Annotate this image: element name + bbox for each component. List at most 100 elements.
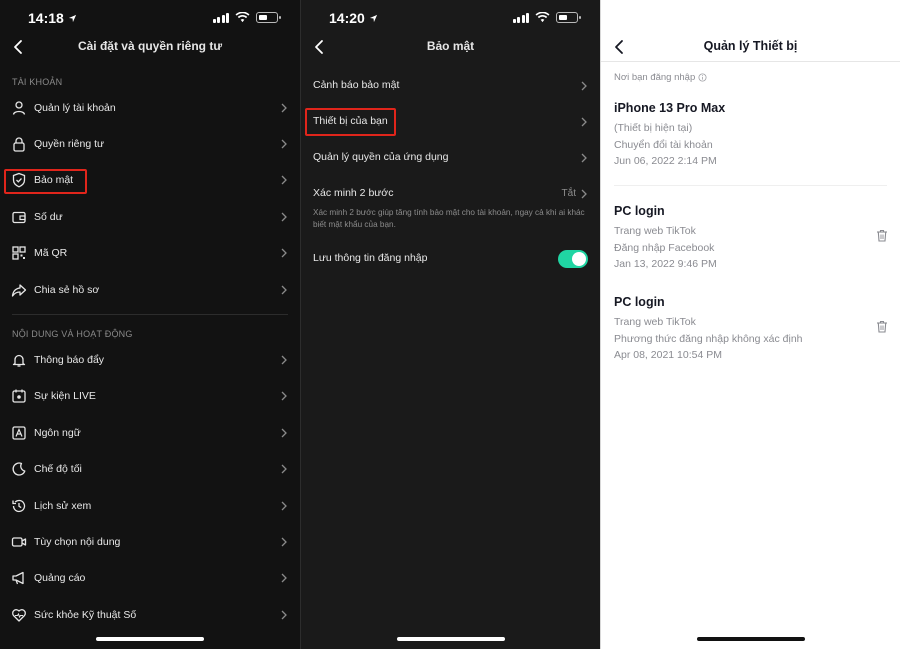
settings-item-watch-history[interactable]: Lịch sử xem bbox=[0, 488, 300, 524]
settings-item-label: Quản lý tài khoản bbox=[34, 102, 116, 114]
chevron-right-icon bbox=[581, 117, 587, 127]
device-detail: Đăng nhập Facebook bbox=[614, 241, 715, 254]
device-detail: (Thiết bị hiện tại) bbox=[614, 122, 693, 134]
security-item-label: Quản lý quyền của ứng dụng bbox=[313, 151, 449, 163]
settings-item-share-profile[interactable]: Chia sẻ hồ sơ bbox=[0, 272, 300, 308]
home-indicator bbox=[396, 637, 505, 641]
chevron-right-icon bbox=[281, 285, 287, 295]
settings-item-ads[interactable]: Quảng cáo bbox=[0, 560, 300, 596]
share-icon bbox=[11, 284, 27, 297]
highlight-box-security bbox=[4, 169, 87, 194]
save-login-toggle[interactable] bbox=[558, 250, 588, 268]
settings-item-push-notifications[interactable]: Thông báo đẩy bbox=[0, 342, 300, 378]
settings-item-label: Quảng cáo bbox=[34, 572, 86, 584]
settings-item-label: Tùy chọn nội dung bbox=[34, 536, 121, 548]
toggle-knob bbox=[572, 252, 586, 266]
battery-icon bbox=[556, 12, 581, 23]
settings-item-label: Quyền riêng tư bbox=[34, 138, 105, 150]
status-bar: 14:20 bbox=[301, 8, 600, 28]
settings-item-label: Chế độ tối bbox=[34, 463, 82, 475]
security-item-app-permissions[interactable]: Quản lý quyền của ứng dụng bbox=[301, 140, 600, 176]
chevron-right-icon bbox=[281, 103, 287, 113]
device-management-screen: Quản lý Thiết bị Nơi bạn đăng nhập iPhon… bbox=[600, 0, 900, 649]
page-title: Cài đặt và quyền riêng tư bbox=[77, 39, 223, 53]
trash-icon[interactable] bbox=[876, 229, 888, 242]
chevron-right-icon bbox=[281, 464, 287, 474]
two-step-status: Tắt bbox=[561, 188, 576, 199]
settings-privacy-screen: 14:18 Cài đặt và quyền riêng tư TÀI KHOẢ… bbox=[0, 0, 300, 649]
device-detail: Phương thức đăng nhập không xác định bbox=[614, 332, 803, 345]
header-divider bbox=[601, 61, 900, 62]
security-item-save-login: Lưu thông tin đăng nhập bbox=[301, 241, 600, 277]
chevron-right-icon bbox=[581, 189, 587, 199]
info-icon[interactable] bbox=[698, 73, 707, 82]
highlight-box-your-devices bbox=[305, 108, 396, 136]
signal-icon bbox=[212, 12, 229, 23]
section-heading: Nơi bạn đăng nhập bbox=[614, 72, 696, 83]
device-item[interactable]: PC login Trang web TikTok Phương thức đă… bbox=[614, 295, 886, 364]
section-divider bbox=[12, 314, 288, 315]
chevron-right-icon bbox=[281, 610, 287, 620]
settings-item-label: Sự kiện LIVE bbox=[34, 390, 96, 402]
heart-icon bbox=[12, 609, 26, 622]
security-item-label: Xác minh 2 bước bbox=[313, 187, 394, 199]
wallet-icon bbox=[12, 211, 26, 224]
chevron-right-icon bbox=[281, 212, 287, 222]
megaphone-icon bbox=[12, 571, 24, 585]
security-item-label: Cảnh báo bảo mật bbox=[313, 79, 400, 91]
page-title: Quản lý Thiết bị bbox=[703, 39, 798, 53]
qr-code-icon bbox=[12, 246, 26, 260]
home-indicator bbox=[696, 637, 805, 641]
device-item[interactable]: iPhone 13 Pro Max (Thiết bị hiện tại) Ch… bbox=[614, 101, 886, 170]
settings-item-label: Mã QR bbox=[34, 247, 68, 259]
settings-item-manage-account[interactable]: Quản lý tài khoản bbox=[0, 90, 300, 126]
chevron-right-icon bbox=[281, 428, 287, 438]
video-icon bbox=[11, 537, 27, 547]
moon-icon bbox=[12, 462, 26, 476]
settings-item-content-preferences[interactable]: Tùy chọn nội dung bbox=[0, 524, 300, 560]
settings-item-qr-code[interactable]: Mã QR bbox=[0, 235, 300, 271]
section-content-label: NỘI DUNG VÀ HOẠT ĐỘNG bbox=[12, 329, 133, 339]
security-item-label: Lưu thông tin đăng nhập bbox=[313, 252, 428, 264]
bell-icon bbox=[12, 354, 26, 367]
device-item[interactable]: PC login Trang web TikTok Đăng nhập Face… bbox=[614, 204, 886, 273]
location-arrow-icon bbox=[369, 14, 377, 22]
home-indicator bbox=[96, 637, 204, 641]
chevron-right-icon bbox=[281, 537, 287, 547]
device-detail: Trang web TikTok bbox=[614, 225, 696, 237]
device-divider bbox=[614, 185, 887, 186]
chevron-right-icon bbox=[281, 139, 287, 149]
location-arrow-icon bbox=[68, 14, 76, 22]
calendar-icon bbox=[12, 389, 26, 403]
security-item-alerts[interactable]: Cảnh báo bảo mật bbox=[301, 68, 600, 104]
device-detail: Trang web TikTok bbox=[614, 316, 696, 328]
settings-item-privacy[interactable]: Quyền riêng tư bbox=[0, 126, 300, 162]
chevron-right-icon bbox=[281, 248, 287, 258]
language-icon bbox=[12, 426, 26, 440]
chevron-right-icon bbox=[581, 81, 587, 91]
chevron-right-icon bbox=[281, 573, 287, 583]
settings-item-dark-mode[interactable]: Chế độ tối bbox=[0, 451, 300, 487]
chevron-right-icon bbox=[581, 153, 587, 163]
wifi-icon bbox=[235, 12, 250, 23]
settings-item-label: Ngôn ngữ bbox=[34, 427, 81, 439]
settings-item-live-events[interactable]: Sự kiện LIVE bbox=[0, 378, 300, 414]
battery-icon bbox=[256, 12, 281, 23]
two-step-description: Xác minh 2 bước giúp tăng tính bảo mật c… bbox=[313, 208, 585, 229]
signal-icon bbox=[512, 12, 529, 23]
wifi-icon bbox=[535, 12, 550, 23]
settings-item-label: Chia sẻ hồ sơ bbox=[34, 284, 100, 296]
device-timestamp: Jan 13, 2022 9:46 PM bbox=[614, 258, 717, 270]
settings-item-label: Lịch sử xem bbox=[34, 500, 92, 512]
settings-item-label: Sức khỏe Kỹ thuật Số bbox=[34, 609, 137, 621]
status-bar: 14:18 bbox=[0, 8, 300, 28]
trash-icon[interactable] bbox=[876, 320, 888, 333]
person-icon bbox=[12, 101, 26, 115]
settings-item-digital-wellbeing[interactable]: Sức khỏe Kỹ thuật Số bbox=[0, 597, 300, 633]
device-name: PC login bbox=[614, 204, 665, 218]
section-account-label: TÀI KHOẢN bbox=[12, 77, 63, 87]
chevron-right-icon bbox=[281, 501, 287, 511]
settings-item-language[interactable]: Ngôn ngữ bbox=[0, 415, 300, 451]
settings-item-label: Số dư bbox=[34, 211, 63, 223]
settings-item-balance[interactable]: Số dư bbox=[0, 199, 300, 235]
